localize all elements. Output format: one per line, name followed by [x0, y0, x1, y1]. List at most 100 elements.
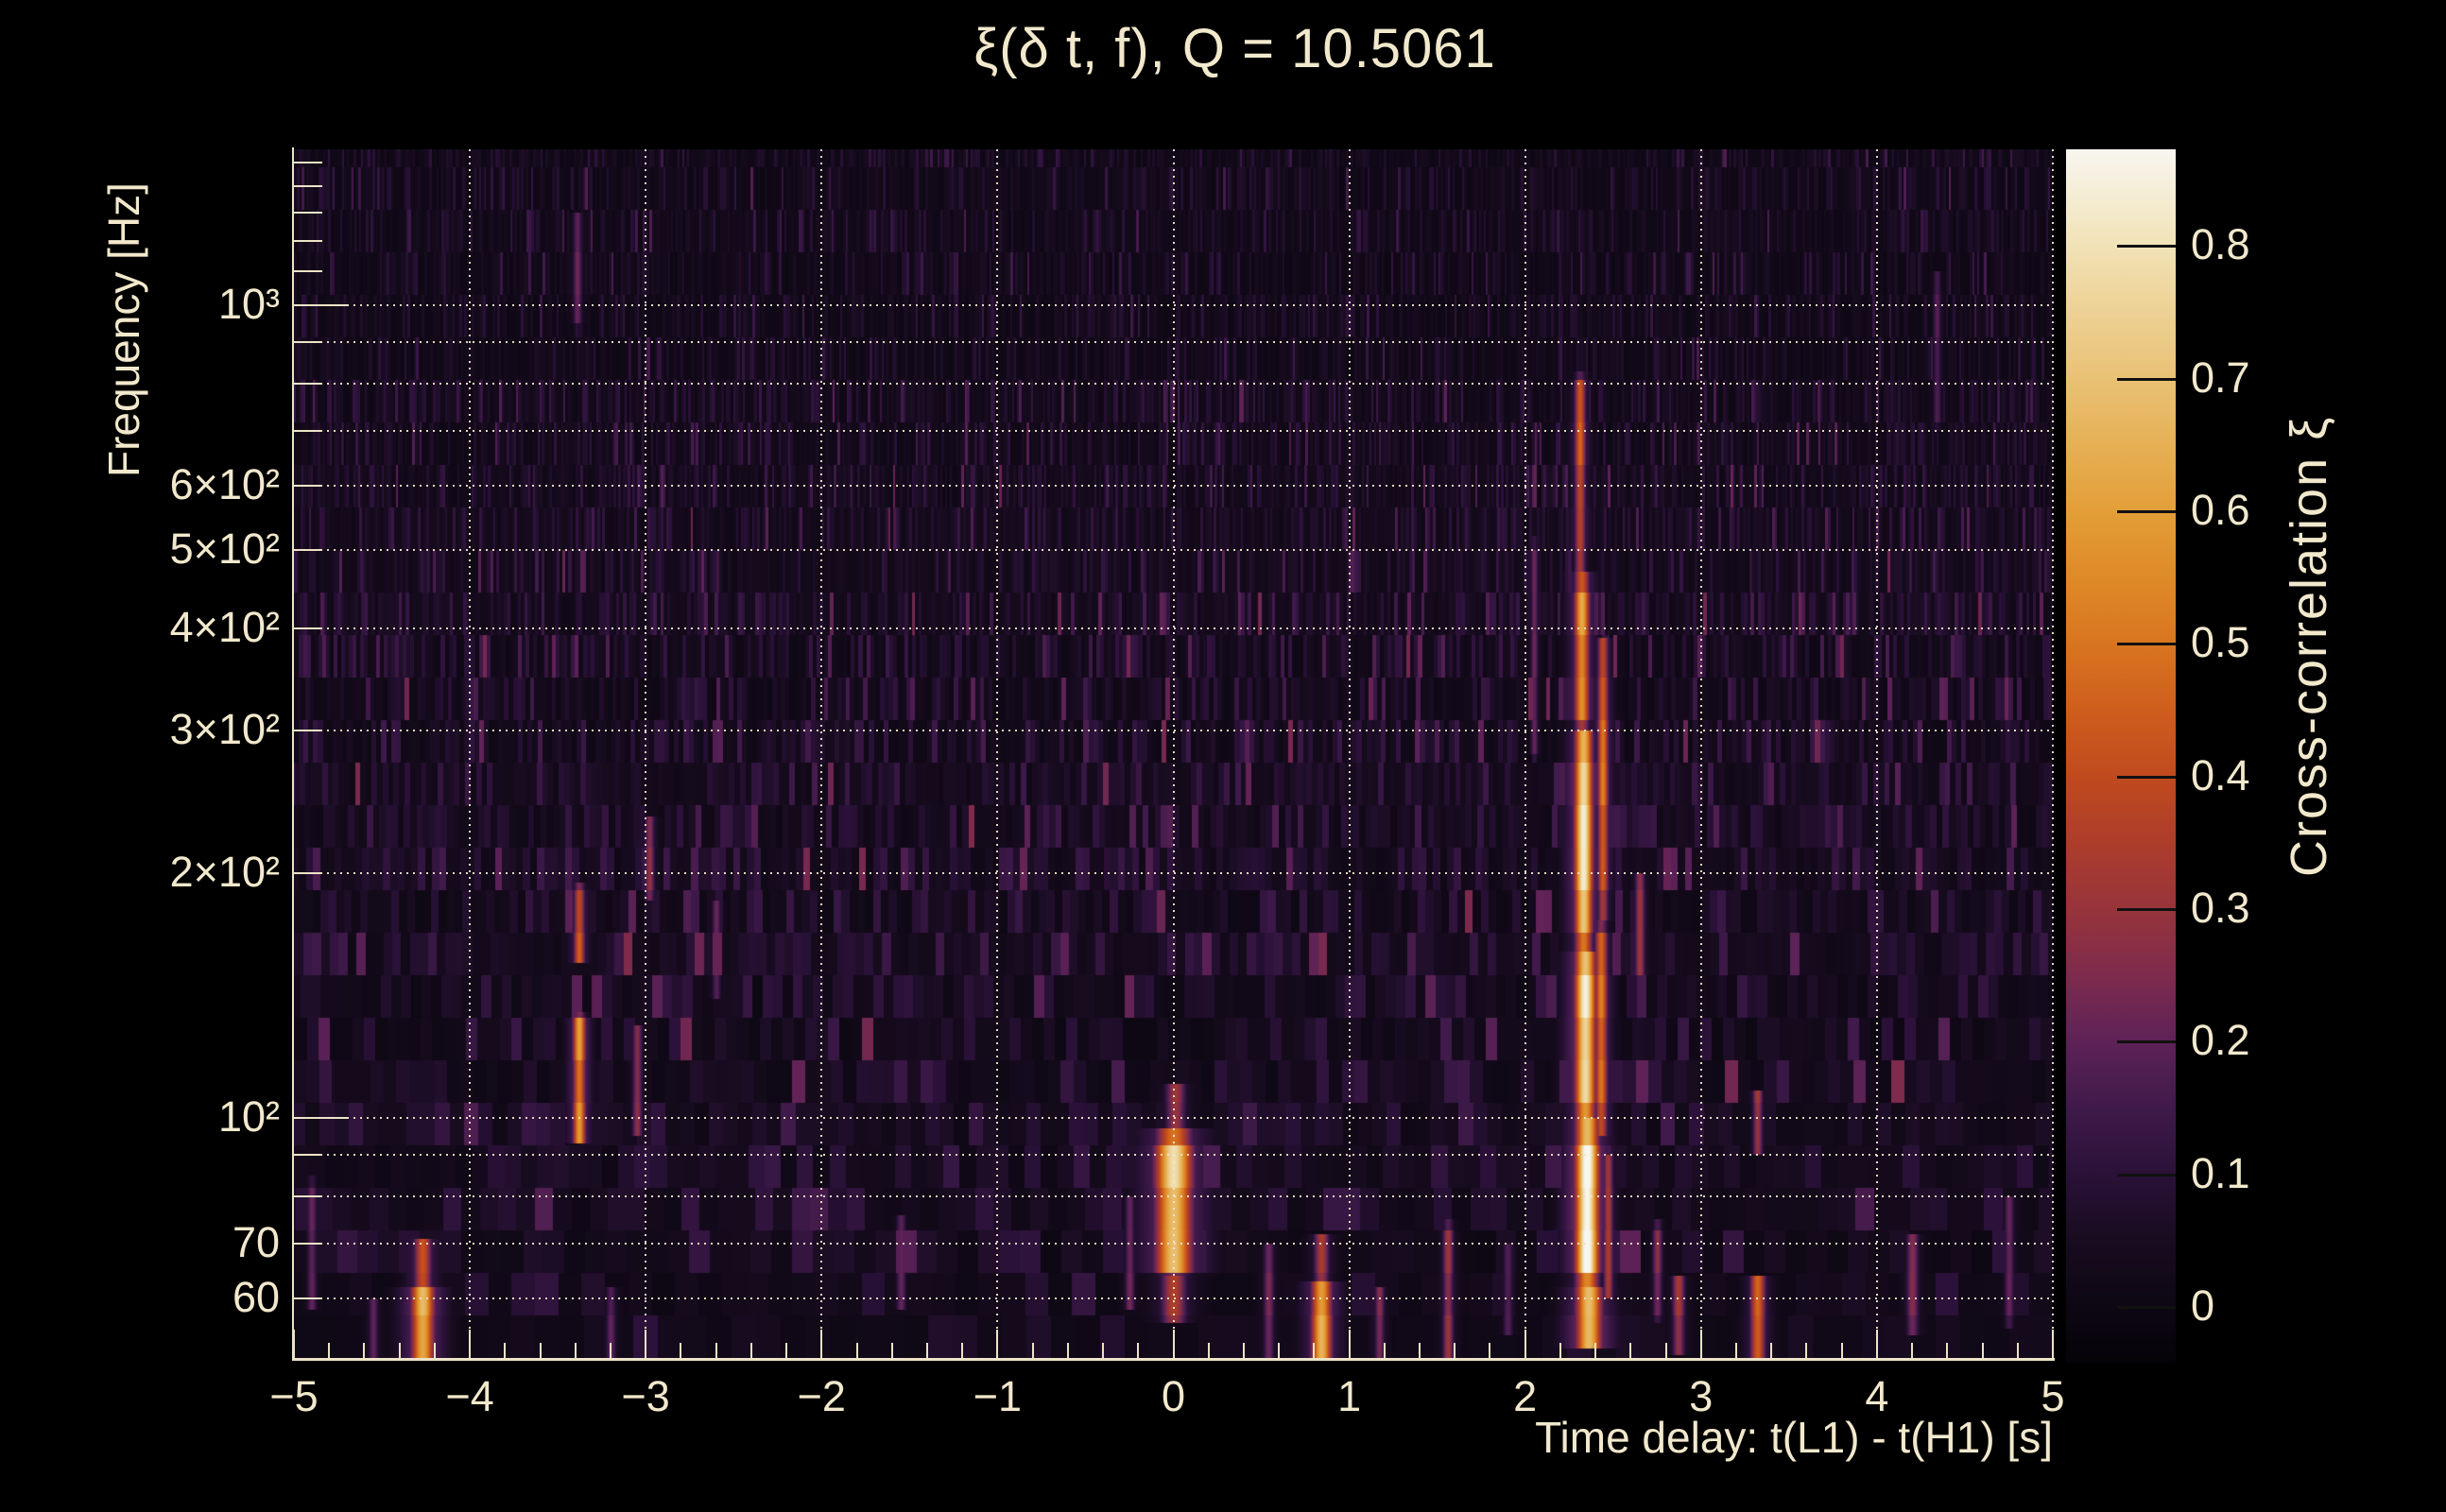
y-tick-label: 6×10² [169, 459, 280, 508]
axis-tick [294, 270, 322, 273]
x-axis-line [292, 1358, 2055, 1361]
axis-tick [1419, 1343, 1421, 1358]
axis-tick [363, 1343, 366, 1358]
axis-tick [1031, 1343, 1034, 1358]
colorbar-tick [2117, 1173, 2176, 1177]
axis-tick [1383, 1343, 1386, 1358]
axis-tick [785, 1343, 788, 1358]
axis-tick [294, 161, 322, 163]
axis-tick [294, 627, 322, 630]
colorbar-tick [2117, 1040, 2176, 1044]
y-tick-label: 70 [232, 1218, 280, 1267]
axis-tick [1911, 1343, 1914, 1358]
axis-tick [1735, 1343, 1738, 1358]
y-tick-label: 2×10² [169, 848, 280, 897]
gridline-v [1348, 149, 1351, 1358]
y-axis-title: Frequency [Hz] [99, 182, 148, 477]
axis-tick [680, 1343, 682, 1358]
x-tick-label: 5 [2041, 1372, 2065, 1420]
axis-tick [1699, 1330, 1702, 1358]
colorbar-title: Cross-correlation ξ [2281, 415, 2337, 877]
axis-tick [469, 1330, 472, 1358]
axis-tick [961, 1343, 964, 1358]
axis-tick [2052, 1330, 2054, 1358]
axis-tick [1981, 1343, 1984, 1358]
axis-tick [398, 1343, 401, 1358]
colorbar-tick [2117, 775, 2176, 779]
axis-tick [645, 1330, 647, 1358]
colorbar-tick-label: 0 [2191, 1281, 2215, 1331]
gridline-v [1875, 149, 1878, 1358]
axis-tick [294, 430, 322, 433]
colorbar-tick-label: 0.8 [2191, 220, 2250, 269]
colorbar-tick-label: 0.3 [2191, 884, 2250, 933]
axis-tick [1629, 1343, 1632, 1358]
axis-tick [1594, 1343, 1597, 1358]
axis-tick [294, 1195, 322, 1198]
x-tick-label: 2 [1513, 1372, 1538, 1420]
axis-tick [996, 1330, 999, 1358]
axis-tick [294, 383, 322, 386]
axis-tick [855, 1343, 858, 1358]
axis-tick [504, 1343, 507, 1358]
axis-tick [1348, 1330, 1351, 1358]
axis-tick [294, 212, 322, 214]
x-tick-label: −3 [621, 1372, 670, 1420]
axis-tick [1559, 1343, 1561, 1358]
y-tick-label: 60 [232, 1272, 280, 1321]
axis-tick [1242, 1343, 1245, 1358]
axis-tick [1664, 1343, 1667, 1358]
x-tick-label: −1 [973, 1372, 1023, 1420]
axis-tick [1489, 1343, 1491, 1358]
colorbar [2066, 149, 2176, 1363]
colorbar-tick [2117, 377, 2176, 381]
axis-tick [1172, 1330, 1175, 1358]
axis-tick [328, 1343, 331, 1358]
y-tick-label: 5×10² [169, 524, 280, 573]
axis-tick [574, 1343, 577, 1358]
chart-title: ξ(δ t, f), Q = 10.5061 [973, 18, 1496, 79]
axis-tick [1207, 1343, 1210, 1358]
axis-tick [294, 185, 322, 188]
x-tick-label: −5 [269, 1372, 319, 1420]
y-axis-line [292, 147, 294, 1361]
gridline-v [645, 149, 647, 1358]
axis-tick [609, 1343, 612, 1358]
axis-tick [1066, 1343, 1069, 1358]
axis-tick [925, 1343, 928, 1358]
gridline-v [1524, 149, 1526, 1358]
figure: ξ(δ t, f), Q = 10.5061 Frequency [Hz] Ti… [0, 0, 2446, 1512]
axis-tick [1875, 1330, 1878, 1358]
axis-tick [294, 239, 322, 242]
axis-tick [820, 1330, 823, 1358]
axis-tick [1137, 1343, 1140, 1358]
colorbar-tick [2117, 1306, 2176, 1310]
x-tick-label: 0 [1161, 1372, 1186, 1420]
y-tick-label: 10² [217, 1092, 280, 1141]
axis-tick [1524, 1330, 1526, 1358]
colorbar-tick [2117, 245, 2176, 249]
x-tick-label: −2 [797, 1372, 846, 1420]
y-tick-label: 10³ [217, 280, 280, 328]
gridline-v [469, 149, 472, 1358]
axis-tick [1313, 1343, 1316, 1358]
y-tick-label: 4×10² [169, 603, 280, 652]
gridline-v [996, 149, 999, 1358]
axis-tick [890, 1343, 893, 1358]
axis-tick [1278, 1343, 1281, 1358]
axis-tick [1102, 1343, 1105, 1358]
axis-tick [749, 1343, 752, 1358]
axis-tick [1454, 1343, 1456, 1358]
axis-tick [293, 1330, 295, 1358]
gridline-v [1699, 149, 1702, 1358]
y-tick-label: 3×10² [169, 704, 280, 753]
axis-tick [294, 548, 322, 551]
x-tick-label: 3 [1689, 1372, 1714, 1420]
axis-tick [294, 1117, 349, 1119]
axis-tick [1946, 1343, 1949, 1358]
x-tick-label: −4 [445, 1372, 494, 1420]
axis-tick [1805, 1343, 1808, 1358]
axis-tick [294, 872, 322, 875]
colorbar-tick [2117, 643, 2176, 646]
axis-tick [294, 1154, 322, 1157]
